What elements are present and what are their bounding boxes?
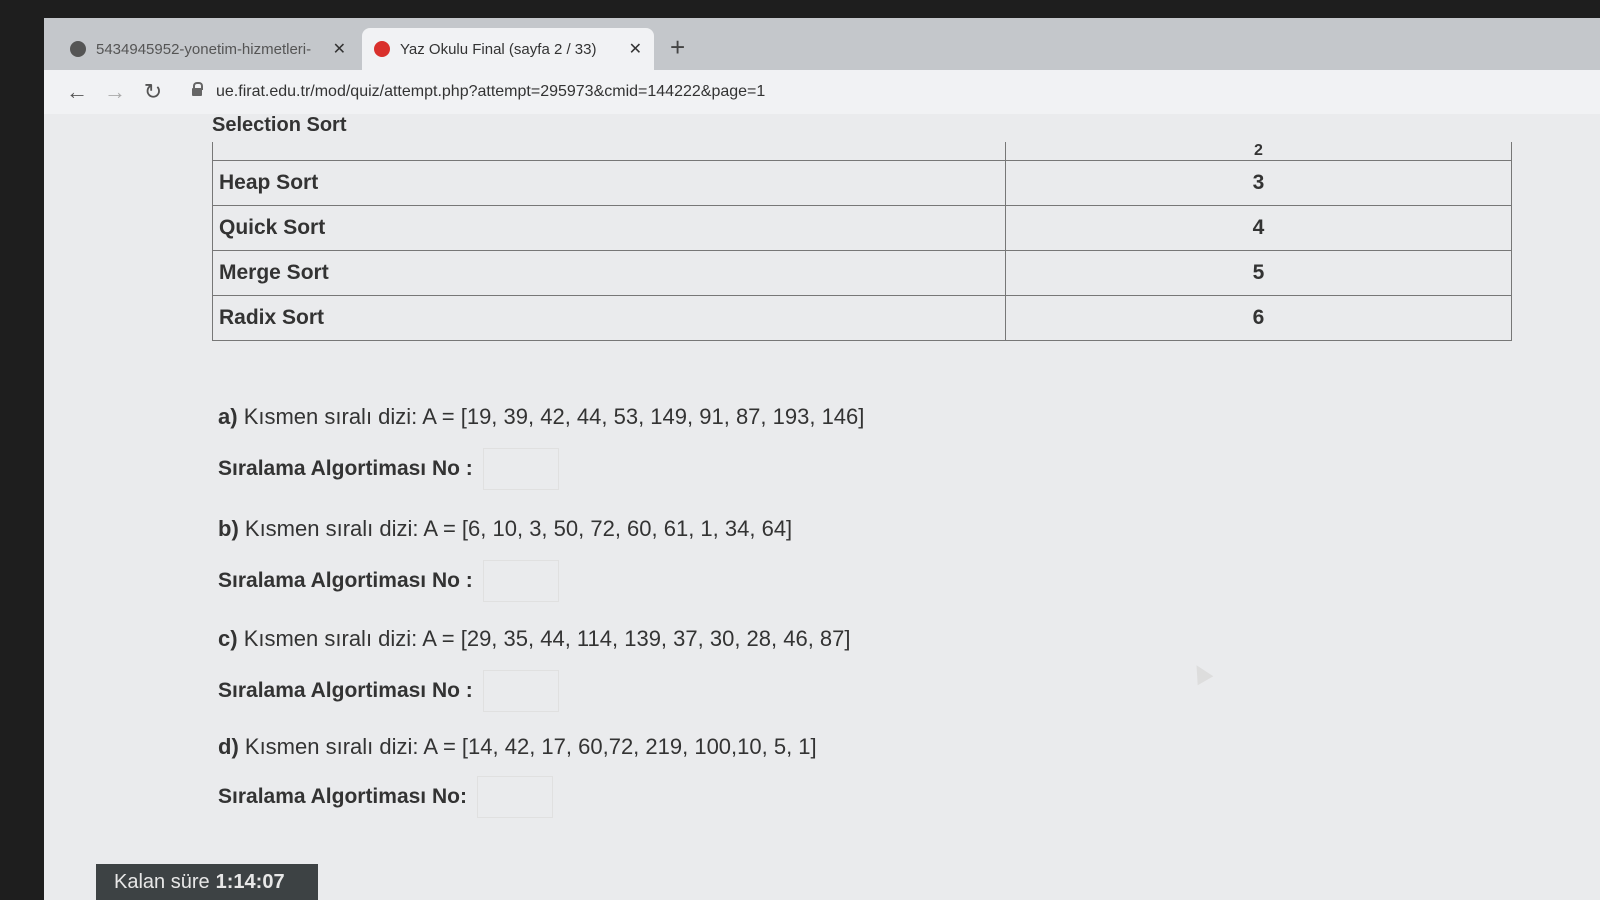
question-label: a)	[218, 404, 238, 429]
question-label: c)	[218, 626, 238, 651]
answer-row-b: Sıralama Algortiması No :	[218, 560, 559, 602]
answer-label: Sıralama Algortiması No :	[218, 679, 473, 702]
back-arrow-icon[interactable]: ←	[58, 79, 96, 105]
table-cell-number: 2	[1005, 142, 1512, 161]
question-b: b) Kısmen sıralı dizi: A = [6, 10, 3, 50…	[218, 516, 792, 542]
table-row: Heap Sort 3	[212, 160, 1512, 206]
algorithm-table: 2 Heap Sort 3 Quick Sort 4 Merge Sort 5 …	[212, 142, 1512, 341]
question-d: d) Kısmen sıralı dizi: A = [14, 42, 17, …	[218, 734, 817, 760]
question-text: Kısmen sıralı dizi: A = [14, 42, 17, 60,…	[244, 734, 817, 759]
algorithm-number: 5	[1005, 250, 1512, 296]
browser-window: 5434945952-yonetim-hizmetleri- ✕ Yaz Oku…	[44, 18, 1600, 900]
lock-icon	[192, 82, 203, 96]
answer-row-a: Sıralama Algortiması No :	[218, 448, 559, 490]
reload-icon[interactable]: ↻	[134, 79, 172, 105]
answer-input-b[interactable]	[482, 560, 559, 602]
tab-title: 5434945952-yonetim-hizmetleri-	[96, 40, 312, 58]
tab-strip: 5434945952-yonetim-hizmetleri- ✕ Yaz Oku…	[44, 18, 1600, 70]
algorithm-name: Heap Sort	[212, 160, 1006, 206]
forward-arrow-icon[interactable]: →	[96, 79, 134, 105]
answer-label: Sıralama Algortiması No :	[218, 569, 473, 592]
globe-icon	[70, 41, 86, 57]
tab-yonetim-hizmetleri[interactable]: 5434945952-yonetim-hizmetleri- ✕	[58, 28, 358, 70]
question-c: c) Kısmen sıralı dizi: A = [29, 35, 44, …	[218, 626, 851, 652]
new-tab-button[interactable]: +	[670, 32, 685, 63]
question-a: a) Kısmen sıralı dizi: A = [19, 39, 42, …	[218, 404, 864, 430]
timer-value: 1:14:07	[215, 870, 285, 893]
answer-row-c: Sıralama Algortiması No :	[218, 670, 559, 712]
question-label: b)	[218, 516, 239, 541]
question-label: d)	[218, 734, 239, 759]
timer-label: Kalan süre	[114, 870, 210, 893]
tab-title: Yaz Okulu Final (sayfa 2 / 33)	[400, 40, 597, 58]
algorithm-name: Radix Sort	[212, 295, 1006, 341]
table-row: Merge Sort 5	[212, 250, 1512, 296]
algorithm-name: Quick Sort	[212, 205, 1006, 251]
mouse-cursor-icon	[1188, 660, 1214, 686]
table-row: Radix Sort 6	[212, 295, 1512, 341]
table-row: 2	[212, 142, 1512, 161]
question-text: Kısmen sıralı dizi: A = [6, 10, 3, 50, 7…	[244, 516, 793, 541]
moodle-favicon-icon	[374, 41, 390, 57]
answer-label: Sıralama Algortiması No:	[218, 785, 467, 808]
answer-label: Sıralama Algortiması No :	[218, 457, 473, 480]
algorithm-name: Merge Sort	[212, 250, 1006, 296]
browser-toolbar: ← → ↻ ue.firat.edu.tr/mod/quiz/attempt.p…	[44, 70, 1600, 114]
algorithm-number: 6	[1005, 295, 1512, 341]
url-text: ue.firat.edu.tr/mod/quiz/attempt.php?att…	[216, 83, 766, 100]
algorithm-number: 3	[1005, 160, 1512, 206]
algorithm-number: 4	[1005, 205, 1512, 251]
answer-input-d[interactable]	[476, 776, 553, 818]
table-cell-blank	[212, 142, 1006, 161]
close-icon[interactable]: ✕	[333, 39, 346, 59]
address-bar[interactable]: ue.firat.edu.tr/mod/quiz/attempt.php?att…	[192, 82, 766, 101]
answer-row-d: Sıralama Algortiması No:	[218, 776, 553, 818]
question-text: Kısmen sıralı dizi: A = [19, 39, 42, 44,…	[243, 404, 865, 429]
table-partial-row-name: Selection Sort	[212, 114, 347, 136]
table-row: Quick Sort 4	[212, 205, 1512, 251]
answer-input-a[interactable]	[482, 448, 559, 490]
tab-yaz-okulu-final[interactable]: Yaz Okulu Final (sayfa 2 / 33) ✕	[362, 28, 654, 70]
remaining-time-block: Kalan süre 1:14:07	[96, 864, 318, 900]
close-icon[interactable]: ✕	[629, 39, 642, 59]
quiz-content: Selection Sort 2 Heap Sort 3 Quick Sort …	[44, 114, 1600, 900]
question-text: Kısmen sıralı dizi: A = [29, 35, 44, 114…	[243, 626, 851, 651]
answer-input-c[interactable]	[482, 670, 559, 712]
